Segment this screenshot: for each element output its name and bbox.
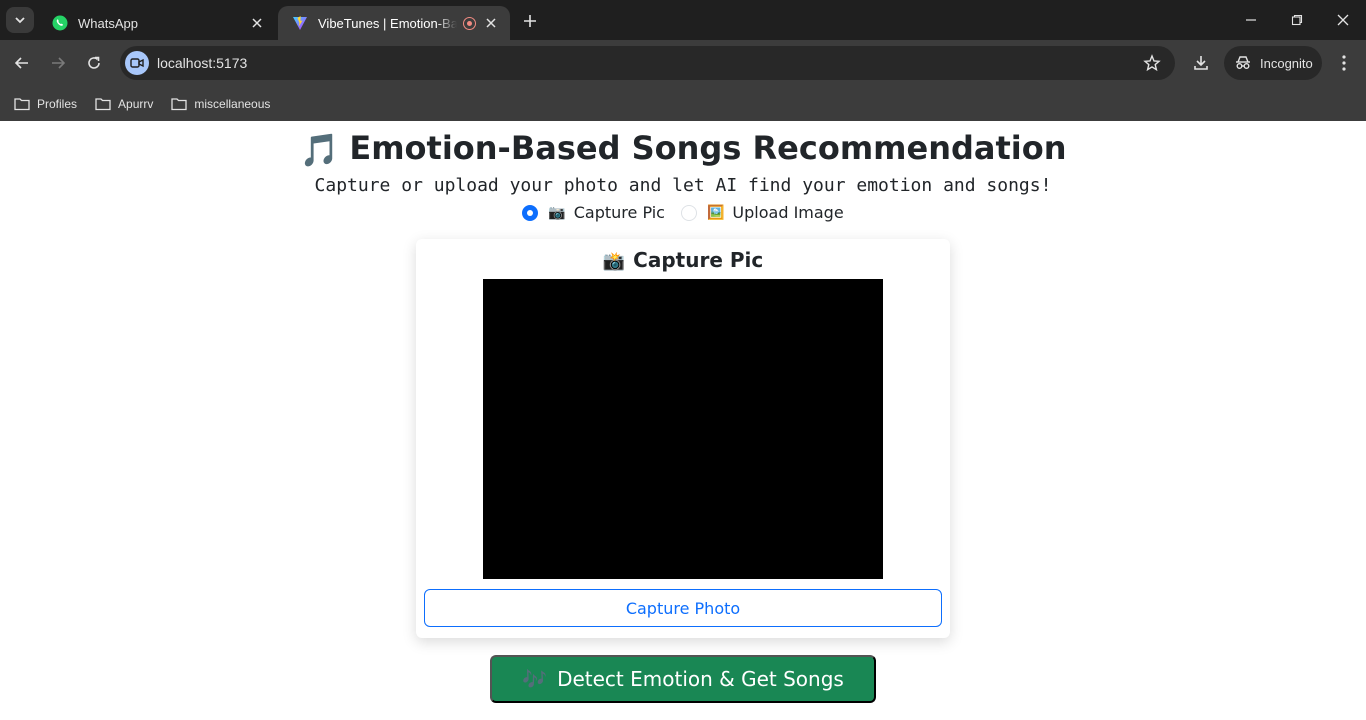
close-icon [1337, 14, 1349, 26]
mode-label: Upload Image [732, 203, 844, 222]
capture-photo-button[interactable]: Capture Photo [424, 589, 942, 627]
folder-icon [171, 97, 188, 110]
close-tab-icon[interactable] [482, 14, 500, 32]
detect-button-label: Detect Emotion & Get Songs [557, 667, 844, 691]
page-title: 🎵 Emotion-Based Songs Recommendation [0, 129, 1366, 169]
capture-radio[interactable] [522, 204, 539, 221]
url-text: localhost:5173 [157, 55, 248, 71]
tab-search-button[interactable] [6, 7, 34, 33]
profile-label: Incognito [1260, 55, 1313, 71]
bookmark-folder-apurrv[interactable]: Apurrv [95, 97, 153, 111]
minimize-icon [1246, 19, 1256, 21]
incognito-icon [1236, 56, 1250, 69]
music-note-icon: 🎵 [299, 131, 340, 169]
camera-permission-icon[interactable] [125, 51, 149, 75]
browser-toolbar: localhost:5173 Incognito [0, 40, 1366, 86]
folder-icon [95, 97, 111, 110]
close-window-button[interactable] [1331, 8, 1355, 32]
restore-icon [1291, 14, 1303, 26]
close-tab-icon[interactable] [248, 14, 266, 32]
address-bar[interactable]: localhost:5173 [120, 46, 1175, 80]
incognito-profile-button[interactable]: Incognito [1224, 46, 1322, 80]
page-content: 🎵 Emotion-Based Songs Recommendation Capt… [0, 121, 1366, 720]
plus-icon [524, 15, 536, 27]
reload-icon [88, 56, 100, 69]
upload-radio[interactable] [680, 204, 697, 221]
mode-upload-option[interactable]: 🖼️ Upload Image [680, 203, 844, 222]
page-subtitle: Capture or upload your photo and let AI … [314, 175, 1052, 196]
camera-icon: 📷 [548, 204, 566, 221]
downloads-button[interactable] [1189, 51, 1213, 75]
more-vertical-icon [1342, 55, 1346, 71]
tab-title: WhatsApp [78, 15, 138, 31]
tab-strip: WhatsApp VibeTunes | Emotion-Based [0, 0, 1366, 40]
back-button[interactable] [10, 51, 34, 75]
music-notes-icon: 🎶 [522, 667, 548, 691]
bookmark-label: miscellaneous [194, 96, 271, 111]
recording-indicator-icon [463, 16, 476, 30]
card-title: 📸 Capture Pic [416, 248, 950, 272]
browser-menu-button[interactable] [1332, 51, 1356, 75]
chevron-down-icon [15, 17, 25, 24]
minimize-button[interactable] [1239, 8, 1263, 32]
camera-flash-icon: 📸 [602, 251, 626, 272]
card-title-text: Capture Pic [633, 248, 764, 272]
vite-logo-icon [293, 16, 307, 30]
bookmark-folder-profiles[interactable]: Profiles [14, 97, 77, 111]
tab-title: VibeTunes | Emotion-Based [318, 15, 457, 31]
arrow-right-icon [52, 57, 66, 69]
tab-whatsapp[interactable]: WhatsApp [38, 6, 276, 40]
tab-vibetunes[interactable]: VibeTunes | Emotion-Based [278, 6, 510, 40]
detect-emotion-button[interactable]: 🎶 Detect Emotion & Get Songs [490, 655, 876, 703]
download-icon [1194, 56, 1208, 70]
bookmark-star-icon[interactable] [1143, 54, 1161, 77]
bookmarks-bar: Profiles Apurrv miscellaneous [0, 86, 1366, 121]
mode-label: Capture Pic [573, 203, 665, 222]
forward-button[interactable] [46, 51, 70, 75]
capture-card: 📸 Capture Pic Capture Photo [416, 239, 950, 638]
mode-selector: 📷 Capture Pic 🖼️ Upload Image [0, 203, 1366, 222]
restore-button[interactable] [1285, 8, 1309, 32]
arrow-left-icon [14, 57, 28, 69]
reload-button[interactable] [82, 51, 106, 75]
whatsapp-icon [52, 15, 68, 31]
bookmark-folder-miscellaneous[interactable]: miscellaneous [171, 97, 270, 111]
picture-icon: 🖼️ [706, 204, 725, 221]
bookmark-label: Apurrv [118, 96, 154, 111]
new-tab-button[interactable] [519, 10, 541, 32]
page-title-text: Emotion-Based Songs Recommendation [349, 129, 1067, 167]
mode-capture-option[interactable]: 📷 Capture Pic [522, 203, 665, 222]
bookmark-label: Profiles [37, 96, 78, 111]
webcam-video-feed [483, 279, 883, 579]
folder-icon [14, 97, 30, 110]
